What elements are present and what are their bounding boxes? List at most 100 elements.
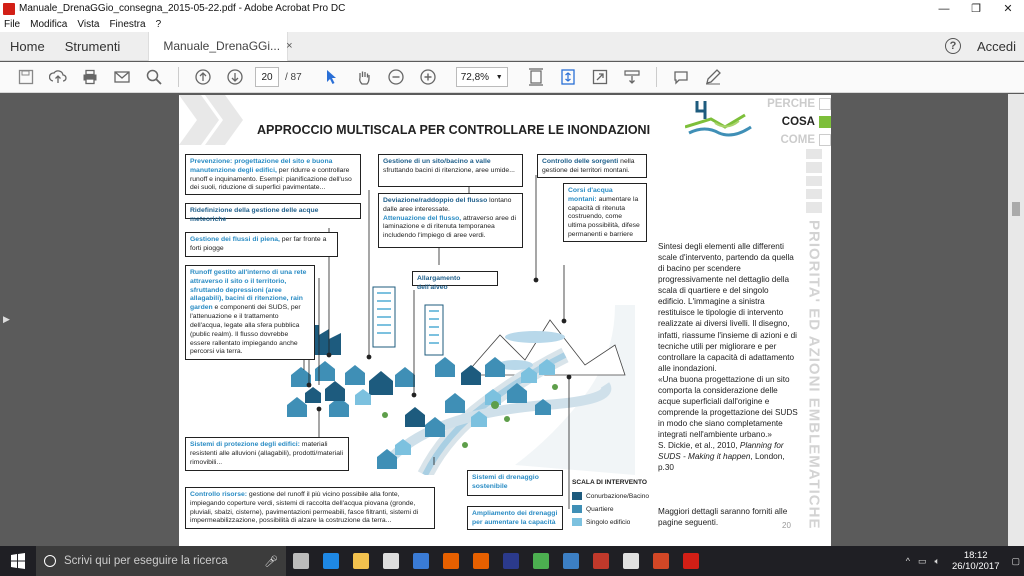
- drenaggio-logo: [685, 101, 752, 137]
- callout-flussi-piena: Gestione dei flussi di piena, per far fr…: [185, 232, 338, 257]
- scroll-mode-icon[interactable]: [559, 68, 577, 86]
- maximize-button[interactable]: ❐: [960, 0, 992, 17]
- close-button[interactable]: ✕: [992, 0, 1024, 17]
- taskbar-search[interactable]: Scrivi qui per eseguire la ricerca 🎤︎: [36, 546, 286, 576]
- menu-help[interactable]: ?: [156, 19, 162, 30]
- mail-taskbar-icon[interactable]: [407, 546, 435, 576]
- powerpoint-taskbar-icon[interactable]: [647, 546, 675, 576]
- tab-home[interactable]: Home: [0, 32, 55, 61]
- side-description: Sintesi degli elementi alle differenti s…: [658, 241, 798, 473]
- pen-icon[interactable]: [704, 68, 722, 86]
- acrobat-taskbar-icon[interactable]: [677, 546, 705, 576]
- volume-icon[interactable]: 🔈︎: [935, 556, 940, 567]
- mail-icon[interactable]: [113, 68, 131, 86]
- nav-perche[interactable]: PERCHE: [757, 95, 831, 113]
- upload-cloud-icon[interactable]: [49, 68, 67, 86]
- scrollbar-thumb[interactable]: [1012, 202, 1020, 216]
- app-red-taskbar-icon[interactable]: [587, 546, 615, 576]
- menu-modifica[interactable]: Modifica: [30, 19, 67, 30]
- zoom-value: 72,8%: [460, 71, 490, 83]
- previous-page-icon[interactable]: [194, 68, 212, 86]
- callout-deviazione: Deviazione/raddoppio del flusso lontano …: [378, 193, 523, 248]
- side-vertical-bar: PRIORITA' ED AZIONI EMBLEMATICHE: [804, 149, 824, 529]
- windows-start-icon[interactable]: [0, 546, 36, 576]
- callout-corsi-acqua-montani: Corsi d'acqua montani: aumentare la capa…: [563, 183, 647, 242]
- print-icon[interactable]: [81, 68, 99, 86]
- page-number: 20: [782, 521, 791, 530]
- time: 18:12: [963, 549, 988, 561]
- app-blue-taskbar-icon[interactable]: [557, 546, 585, 576]
- firefox-taskbar-icon[interactable]: [437, 546, 465, 576]
- window-title: Manuale_DrenaGGio_consegna_2015-05-22.pd…: [19, 3, 346, 14]
- store-taskbar-icon[interactable]: [377, 546, 405, 576]
- close-tab-icon[interactable]: ×: [286, 40, 292, 52]
- read-mode-icon[interactable]: [623, 68, 641, 86]
- firefox2-taskbar-icon[interactable]: [467, 546, 495, 576]
- network-icon[interactable]: ▭: [918, 556, 927, 567]
- legend-swatch: [572, 505, 582, 513]
- callout-gestione-sito: Gestione di un sito/bacino a valle sfrut…: [378, 154, 523, 187]
- side-vertical-text: PRIORITA' ED AZIONI EMBLEMATICHE: [805, 219, 823, 530]
- title-bar: Manuale_DrenaGGio_consegna_2015-05-22.pd…: [0, 0, 1024, 17]
- search-icon[interactable]: [145, 68, 163, 86]
- document-area: ▶ ◀ APPROCCIO MULTISCALA PER CONTROLLARE…: [0, 94, 1024, 546]
- tab-document[interactable]: Manuale_DrenaGGi... ×: [148, 31, 293, 61]
- citation: S. Dickie, et al., 2010, Planning for SU…: [658, 441, 785, 473]
- acrobat-icon: [683, 553, 699, 569]
- menu-vista[interactable]: Vista: [77, 19, 99, 30]
- clock[interactable]: 18:12 26/10/2017: [952, 550, 1000, 573]
- nav-cosa[interactable]: COSA: [757, 113, 831, 131]
- help-icon[interactable]: ?: [944, 38, 961, 54]
- app-doc-icon: [623, 553, 639, 569]
- tab-tools[interactable]: Strumenti: [55, 32, 131, 61]
- chrome-icon: [533, 553, 549, 569]
- scale-legend: SCALA DI INTERVENTO Conurbazione/Bacino …: [572, 479, 662, 531]
- notifications-icon[interactable]: ▢: [1011, 556, 1020, 567]
- file-explorer-taskbar-icon[interactable]: [347, 546, 375, 576]
- minimize-button[interactable]: —: [928, 0, 960, 17]
- more-details-text: Maggiori dettagli saranno forniti alle p…: [658, 507, 788, 528]
- menu-finestra[interactable]: Finestra: [109, 19, 145, 30]
- section-nav: PERCHE COSA COME: [757, 95, 831, 149]
- edge-taskbar-icon[interactable]: [317, 546, 345, 576]
- side-paragraph: Sintesi degli elementi alle differenti s…: [658, 242, 797, 373]
- chrome-taskbar-icon[interactable]: [527, 546, 555, 576]
- comment-icon[interactable]: [672, 68, 690, 86]
- legend-item: Conurbazione/Bacino: [572, 492, 662, 500]
- callout-controllo-risorse: Controllo risorse: gestione del runoff i…: [185, 487, 435, 529]
- op-icon: [503, 553, 519, 569]
- fit-page-icon[interactable]: [527, 68, 545, 86]
- chevron-down-icon: ▼: [495, 73, 503, 81]
- save-icon[interactable]: [17, 68, 35, 86]
- zoom-select[interactable]: 72,8% ▼: [455, 67, 508, 87]
- pdf-page: APPROCCIO MULTISCALA PER CONTROLLARE LE …: [179, 95, 831, 546]
- page-title: APPROCCIO MULTISCALA PER CONTROLLARE LE …: [257, 123, 651, 137]
- op-taskbar-icon[interactable]: [497, 546, 525, 576]
- left-panel-toggle-icon[interactable]: ▶: [3, 314, 10, 325]
- page-total: / 87: [285, 71, 302, 83]
- callout-ampliamento-drenaggi: Ampliamento dei drenaggi per aumentare l…: [467, 506, 563, 530]
- toolbar: 20 / 87 72,8% ▼: [0, 62, 1024, 93]
- page-number-input[interactable]: 20: [255, 67, 279, 87]
- firefox2-icon: [473, 553, 489, 569]
- menu-file[interactable]: File: [4, 19, 20, 30]
- signin-button[interactable]: Accedi: [977, 39, 1016, 54]
- show-hidden-icons-icon[interactable]: ^: [906, 556, 910, 566]
- tab-document-label: Manuale_DrenaGGi...: [163, 39, 281, 53]
- app-doc-taskbar-icon[interactable]: [617, 546, 645, 576]
- zoom-out-icon[interactable]: [387, 68, 405, 86]
- nav-come[interactable]: COME: [757, 131, 831, 149]
- search-placeholder: Scrivi qui per eseguire la ricerca: [64, 555, 228, 567]
- legend-item: Singolo edificio: [572, 518, 662, 526]
- task-view-taskbar-icon[interactable]: [287, 546, 315, 576]
- menu-bar: File Modifica Vista Finestra ?: [0, 17, 1024, 32]
- store-icon: [383, 553, 399, 569]
- hand-tool-icon[interactable]: [355, 68, 373, 86]
- select-cursor-icon[interactable]: [323, 68, 341, 86]
- next-page-icon[interactable]: [226, 68, 244, 86]
- vertical-scrollbar[interactable]: [1008, 94, 1024, 546]
- full-screen-icon[interactable]: [591, 68, 609, 86]
- microphone-icon[interactable]: 🎤︎: [264, 555, 278, 568]
- zoom-in-icon[interactable]: [419, 68, 437, 86]
- app-red-icon: [593, 553, 609, 569]
